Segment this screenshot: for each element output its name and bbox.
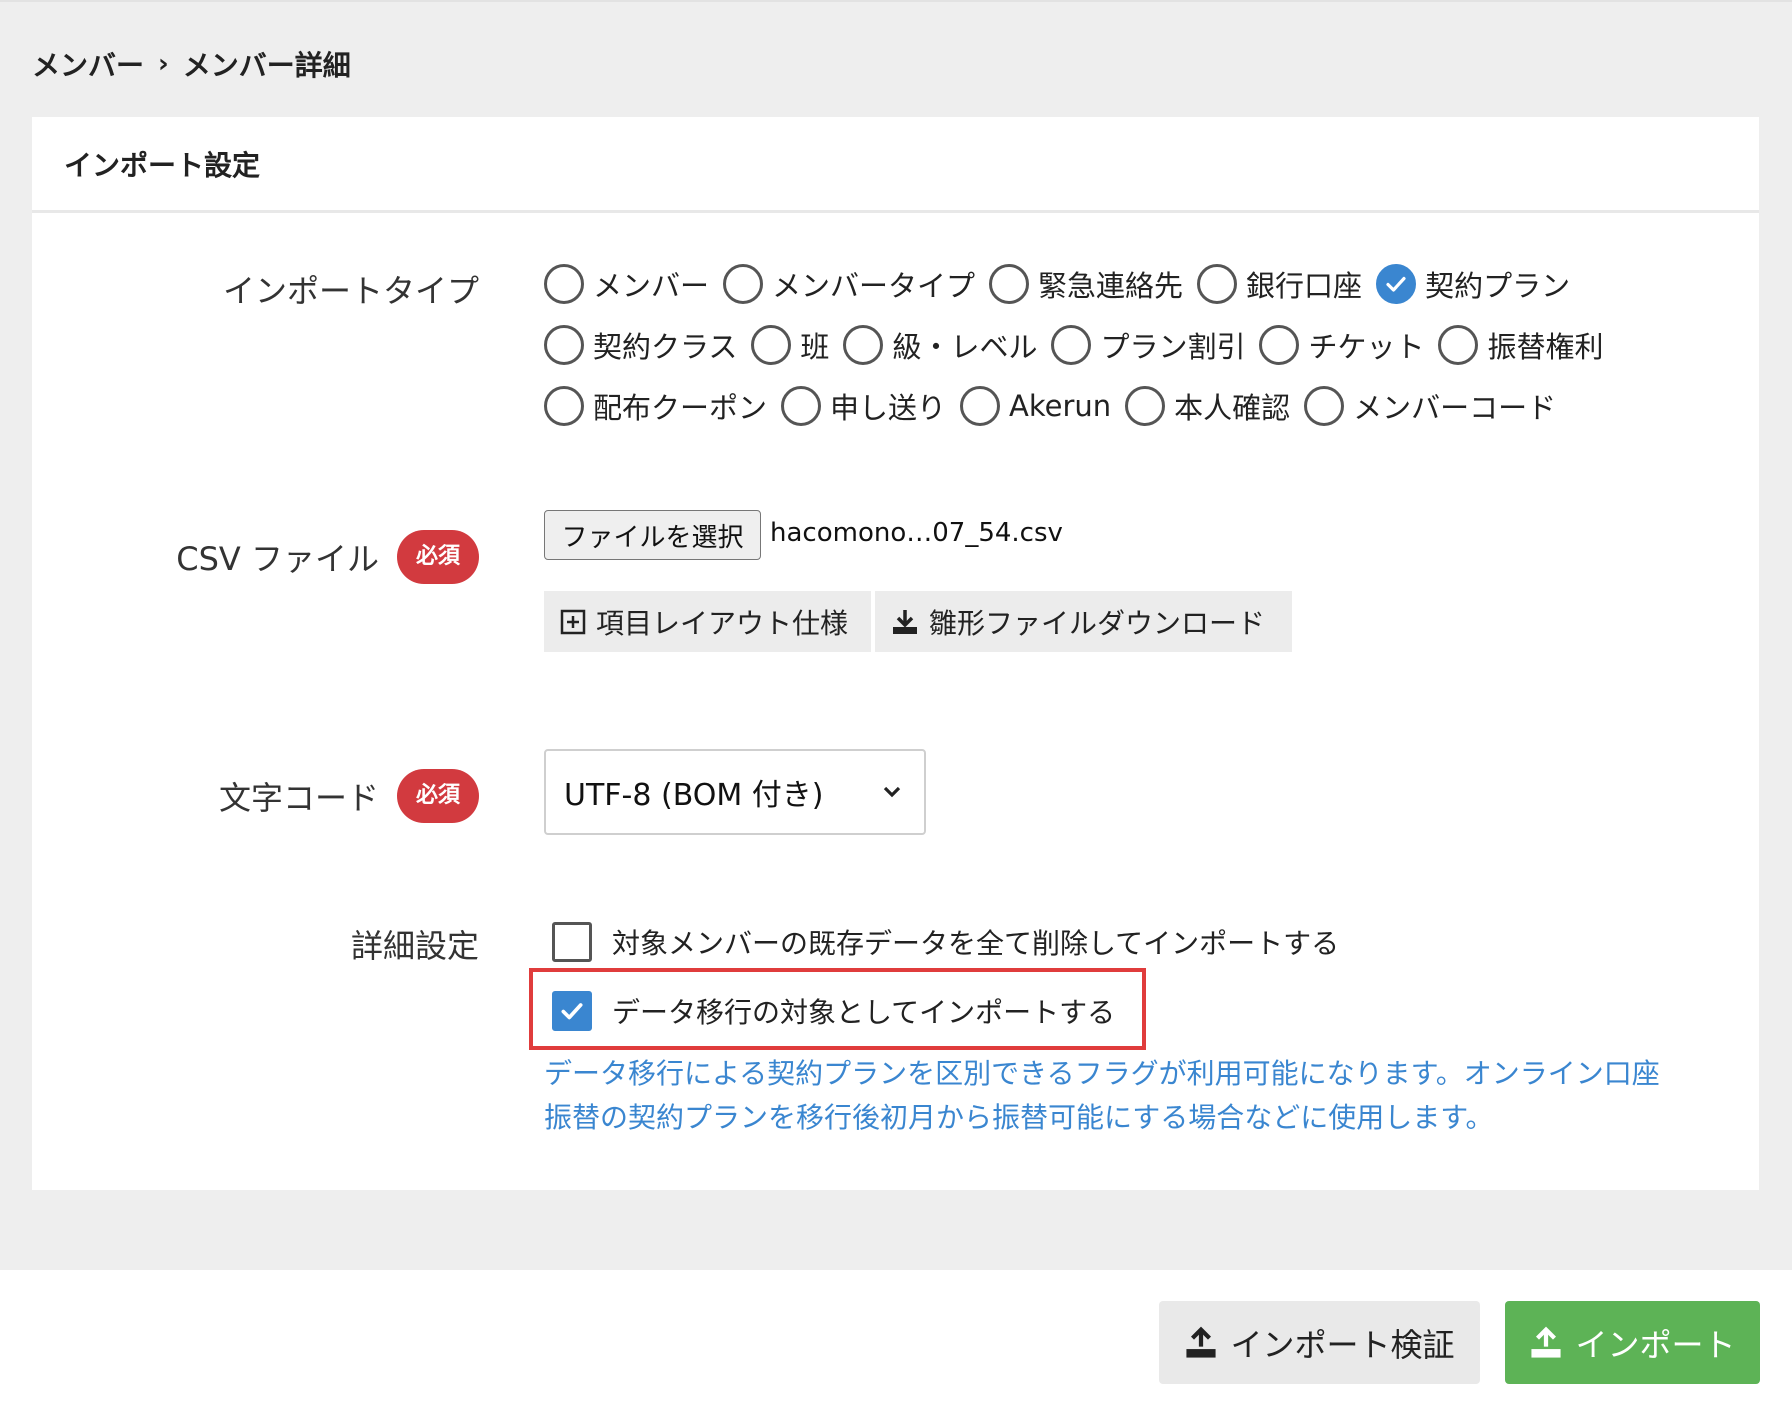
required-badge: 必須 xyxy=(397,530,479,584)
radio-button[interactable] xyxy=(1125,386,1166,426)
radio-button[interactable] xyxy=(751,325,792,365)
content-area: メンバー › メンバー詳細 インポート設定 インポートタイプ メンバー メンバー… xyxy=(0,0,1792,1270)
radio-option[interactable]: 銀行口座 xyxy=(1197,263,1362,305)
app-root: メンバー › メンバー詳細 インポート設定 インポートタイプ メンバー メンバー… xyxy=(0,0,1792,1410)
chevron-right-icon: › xyxy=(158,49,169,79)
import-type-row-1: メンバー メンバータイプ 緊急連絡先 銀行口座 契約プラン xyxy=(544,263,1584,305)
radio-label: 銀行口座 xyxy=(1246,269,1363,303)
radio-option[interactable]: メンバータイプ xyxy=(723,263,975,305)
radio-label: 緊急連絡先 xyxy=(1038,269,1184,303)
selected-file-name: hacomono…07_54.csv xyxy=(770,518,1063,548)
data-migration-label: データ移行の対象としてインポートする xyxy=(612,996,1116,1029)
radio-button[interactable] xyxy=(1051,325,1092,365)
radio-button[interactable] xyxy=(1259,325,1300,365)
import-type-row-3: 配布クーポン 申し送り Akerun 本人確認 メンバーコード xyxy=(544,385,1570,427)
footer-bar: インポート検証 インポート xyxy=(0,1270,1792,1410)
encoding-label-group: 文字コード 必須 xyxy=(219,769,479,823)
radio-option[interactable]: 振替権利 xyxy=(1438,324,1604,366)
csv-file-label: CSV ファイル xyxy=(176,540,379,578)
radio-option[interactable]: 緊急連絡先 xyxy=(989,263,1183,305)
radio-label: 配布クーポン xyxy=(593,391,768,425)
radio-option[interactable]: 契約クラス xyxy=(544,324,737,366)
radio-label: メンバー xyxy=(593,269,710,303)
radio-label: 契約クラス xyxy=(593,330,738,364)
required-badge: 必須 xyxy=(397,769,479,823)
import-type-row-2: 契約クラス 班 級・レベル プラン割引 チケット 振替権利 xyxy=(544,324,1618,366)
radio-button[interactable] xyxy=(544,325,584,365)
import-verify-button[interactable]: インポート検証 xyxy=(1159,1301,1480,1384)
radio-button-checked[interactable] xyxy=(1376,264,1417,304)
radio-button[interactable] xyxy=(960,386,1001,426)
radio-label: 本人確認 xyxy=(1174,391,1291,425)
radio-button[interactable] xyxy=(781,386,822,426)
radio-label: 申し送り xyxy=(830,391,947,425)
radio-option-selected[interactable]: 契約プラン xyxy=(1376,263,1570,305)
hint-line: データ移行による契約プランを区別できるフラグが利用可能になります。オンライン口座 xyxy=(544,1057,1660,1090)
download-icon xyxy=(893,609,917,634)
delete-existing-label: 対象メンバーの既存データを全て削除してインポートする xyxy=(612,927,1340,960)
radio-option[interactable]: メンバーコード xyxy=(1304,385,1556,427)
import-label: インポート xyxy=(1575,1325,1736,1364)
radio-button[interactable] xyxy=(1197,264,1238,304)
radio-label: Akerun xyxy=(1009,389,1112,423)
radio-option[interactable]: メンバー xyxy=(544,263,709,305)
radio-button[interactable] xyxy=(843,325,884,365)
radio-button[interactable] xyxy=(1304,386,1345,426)
radio-button[interactable] xyxy=(1438,325,1479,365)
radio-button[interactable] xyxy=(544,386,584,426)
data-migration-hint: データ移行による契約プランを区別できるフラグが利用可能になります。オンライン口座… xyxy=(544,1052,1714,1140)
radio-label: メンバータイプ xyxy=(772,269,976,303)
plus-square-icon xyxy=(560,609,586,634)
radio-button[interactable] xyxy=(544,264,584,304)
delete-existing-option[interactable]: 対象メンバーの既存データを全て削除してインポートする xyxy=(552,922,1339,962)
radio-option[interactable]: 本人確認 xyxy=(1125,385,1290,427)
layout-spec-button[interactable]: 項目レイアウト仕様 xyxy=(544,591,871,652)
radio-option[interactable]: 申し送り xyxy=(781,385,946,427)
import-button[interactable]: インポート xyxy=(1505,1301,1760,1384)
checkmark-icon xyxy=(1386,276,1406,292)
hint-line: 振替の契約プランを移行後初月から振替可能にする場合などに使用します。 xyxy=(544,1101,1494,1134)
breadcrumb-current: メンバー詳細 xyxy=(182,49,351,82)
data-migration-option[interactable]: データ移行の対象としてインポートする xyxy=(552,991,1115,1031)
radio-label: 級・レベル xyxy=(892,330,1038,364)
radio-label: 振替権利 xyxy=(1487,330,1604,364)
radio-label: 班 xyxy=(800,330,830,364)
csv-file-label-group: CSV ファイル 必須 xyxy=(176,530,479,584)
upload-icon xyxy=(1186,1326,1217,1358)
upload-icon xyxy=(1531,1326,1562,1358)
checkmark-icon xyxy=(561,1003,583,1020)
radio-label: チケット xyxy=(1308,330,1425,364)
card-title: インポート設定 xyxy=(32,117,1759,213)
radio-option[interactable]: 配布クーポン xyxy=(544,385,767,427)
encoding-select[interactable]: UTF-8 (BOM 付き) xyxy=(544,749,926,835)
radio-option[interactable]: チケット xyxy=(1259,324,1424,366)
delete-existing-checkbox[interactable] xyxy=(552,922,592,962)
radio-option[interactable]: プラン割引 xyxy=(1051,324,1245,366)
chevron-down-icon xyxy=(883,786,901,798)
template-download-button[interactable]: 雛形ファイルダウンロード xyxy=(875,591,1292,652)
import-type-label: インポートタイプ xyxy=(222,272,479,310)
data-migration-checkbox[interactable] xyxy=(552,991,592,1031)
breadcrumb: メンバー › メンバー詳細 xyxy=(32,44,351,84)
template-download-label: 雛形ファイルダウンロード xyxy=(929,606,1266,640)
encoding-label: 文字コード xyxy=(218,779,379,817)
radio-button[interactable] xyxy=(723,264,764,304)
radio-button[interactable] xyxy=(989,264,1030,304)
radio-label: プラン割引 xyxy=(1100,330,1246,364)
radio-option[interactable]: Akerun xyxy=(960,386,1111,426)
radio-option[interactable]: 班 xyxy=(751,324,829,366)
choose-file-button[interactable]: ファイルを選択 xyxy=(544,510,761,560)
radio-option[interactable]: 級・レベル xyxy=(843,324,1037,366)
advanced-settings-label: 詳細設定 xyxy=(350,927,479,965)
radio-label: メンバーコード xyxy=(1353,391,1557,425)
encoding-selected-value: UTF-8 (BOM 付き) xyxy=(564,778,824,813)
layout-spec-label: 項目レイアウト仕様 xyxy=(596,606,849,640)
breadcrumb-parent[interactable]: メンバー xyxy=(32,44,144,84)
import-verify-label: インポート検証 xyxy=(1230,1325,1455,1364)
radio-label: 契約プラン xyxy=(1425,269,1571,303)
